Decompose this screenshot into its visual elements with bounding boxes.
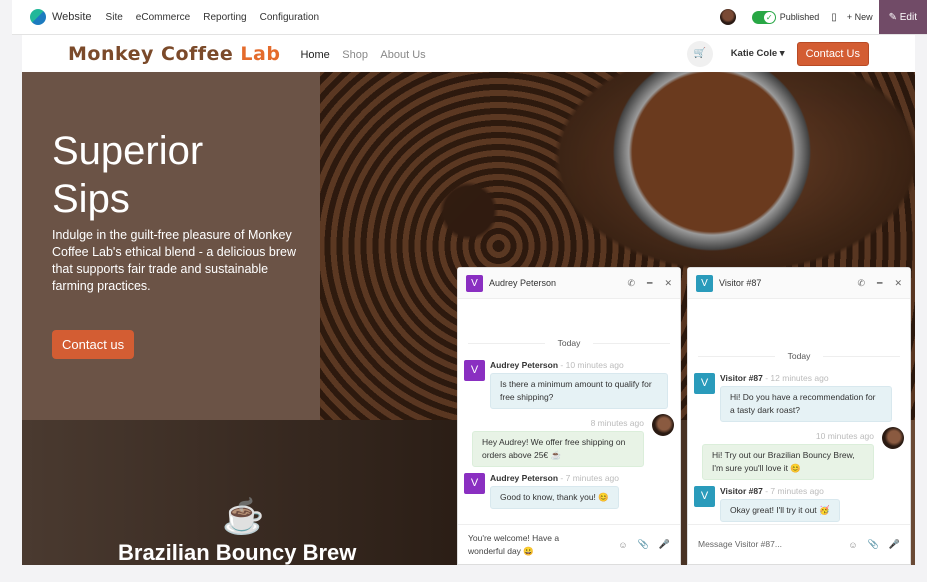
emoji-icon[interactable]: ☺ xyxy=(618,540,627,550)
menu-site[interactable]: Site xyxy=(106,12,123,23)
avatar: V xyxy=(694,373,715,394)
hero-title-line1: Superior xyxy=(52,129,204,173)
close-icon[interactable]: ✕ xyxy=(664,278,672,289)
site-logo[interactable]: Monkey Coffee Lab xyxy=(68,43,280,65)
avatar: V xyxy=(696,274,713,292)
coffee-cup-icon: ☕ xyxy=(222,498,265,536)
contact-us-button[interactable]: Contact Us xyxy=(796,41,869,66)
nav-about-us[interactable]: About Us xyxy=(380,49,425,61)
section-title: Brazilian Bouncy Brew xyxy=(118,540,357,565)
user-name: Katie Cole xyxy=(730,48,778,59)
message-own: 10 minutes ago Hi! Try out our Brazilian… xyxy=(702,427,904,480)
avatar: V xyxy=(464,360,485,381)
timestamp: 10 minutes ago xyxy=(815,431,874,441)
chat-header[interactable]: V Audrey Peterson ✆ ━ ✕ xyxy=(458,268,680,299)
user-avatar[interactable] xyxy=(719,9,736,25)
minimize-icon[interactable]: ━ xyxy=(647,278,652,289)
message: V Visitor #87 - 12 minutes ago Hi! Do yo… xyxy=(694,373,902,422)
emoji-icon[interactable]: ☺ xyxy=(848,540,857,550)
cart-icon[interactable]: 🛒 xyxy=(686,40,713,67)
attachment-icon[interactable]: 📎 xyxy=(638,539,649,550)
published-label: Published xyxy=(779,12,820,22)
message-input[interactable]: Message Visitor #87... xyxy=(698,538,838,551)
chat-title: Audrey Peterson xyxy=(489,278,557,288)
message-bubble: Hi! Try out our Brazilian Bouncy Brew, I… xyxy=(702,444,874,480)
message-input[interactable]: You're welcome! Have a wonderful day 😀 xyxy=(468,532,578,558)
hero-title: Superior Sips xyxy=(52,127,203,223)
new-button[interactable]: + New xyxy=(847,12,873,22)
chat-window-visitor-87: V Visitor #87 ✆ ━ ✕ Today V Visitor #87 … xyxy=(687,267,911,565)
menu-configuration[interactable]: Configuration xyxy=(260,12,319,23)
composer: Message Visitor #87... ☺ 📎 🎤 xyxy=(688,524,910,564)
date-separator: Today xyxy=(468,338,670,348)
microphone-icon[interactable]: 🎤 xyxy=(889,539,900,550)
published-toggle[interactable] xyxy=(751,10,776,24)
chat-window-audrey: V Audrey Peterson ✆ ━ ✕ Today V Audrey P… xyxy=(457,267,681,565)
hero-title-line2: Sips xyxy=(52,177,130,221)
avatar: V xyxy=(464,473,485,494)
timestamp: 7 minutes ago xyxy=(770,486,824,496)
minimize-icon[interactable]: ━ xyxy=(877,278,882,289)
phone-icon[interactable]: ✆ xyxy=(627,278,635,289)
author: Visitor #87 xyxy=(720,486,763,496)
hero-contact-button[interactable]: Contact us xyxy=(52,330,135,359)
nav-shop[interactable]: Shop xyxy=(342,49,368,61)
author: Visitor #87 xyxy=(720,373,763,383)
hero-description: Indulge in the guilt-free pleasure of Mo… xyxy=(52,228,296,293)
avatar: V xyxy=(466,274,483,292)
user-menu[interactable]: Katie Cole ▾ xyxy=(731,48,785,59)
site-nav: Home Shop About Us xyxy=(300,45,433,63)
timestamp: 10 minutes ago xyxy=(565,360,624,370)
site-header: Monkey Coffee Lab Home Shop About Us 🛒 K… xyxy=(22,35,915,72)
edit-button[interactable]: ✎ Edit xyxy=(878,0,927,34)
message-bubble: Good to know, thank you! 😊 xyxy=(490,486,619,509)
edit-label: Edit xyxy=(899,11,917,23)
timestamp: 8 minutes ago xyxy=(590,418,644,428)
author: Audrey Peterson xyxy=(490,473,559,483)
operator-avatar xyxy=(652,414,674,436)
microphone-icon[interactable]: 🎤 xyxy=(659,539,670,550)
timestamp: 7 minutes ago xyxy=(565,473,620,483)
message-bubble: Hi! Do you have a recommendation for a t… xyxy=(720,386,892,422)
date-separator: Today xyxy=(698,351,900,361)
menu-ecommerce[interactable]: eCommerce xyxy=(136,12,190,23)
avatar: V xyxy=(694,486,715,507)
author: Audrey Peterson xyxy=(490,360,559,370)
odoo-topbar: Website Site eCommerce Reporting Configu… xyxy=(12,0,927,35)
app-name[interactable]: Website xyxy=(52,11,92,23)
message: V Visitor #87 - 7 minutes ago Okay great… xyxy=(694,486,902,522)
message-bubble: Okay great! I'll try it out 🥳 xyxy=(720,499,840,522)
timestamp: 12 minutes ago xyxy=(770,373,829,383)
message: V Audrey Peterson - 10 minutes ago Is th… xyxy=(464,360,672,409)
message-bubble: Hey Audrey! We offer free shipping on or… xyxy=(472,431,644,467)
composer: You're welcome! Have a wonderful day 😀 ☺… xyxy=(458,524,680,564)
close-icon[interactable]: ✕ xyxy=(894,278,902,289)
chat-title: Visitor #87 xyxy=(719,278,762,288)
website-app-icon[interactable] xyxy=(30,9,46,25)
message-own: 8 minutes ago Hey Audrey! We offer free … xyxy=(472,414,674,467)
phone-icon[interactable]: ✆ xyxy=(857,278,865,289)
operator-avatar xyxy=(882,427,904,449)
message-bubble: Is there a minimum amount to qualify for… xyxy=(490,373,668,409)
new-label: New xyxy=(854,12,873,22)
chat-header[interactable]: V Visitor #87 ✆ ━ ✕ xyxy=(688,268,910,299)
message: V Audrey Peterson - 7 minutes ago Good t… xyxy=(464,473,672,509)
attachment-icon[interactable]: 📎 xyxy=(868,539,879,550)
mobile-preview-icon[interactable]: ▯ xyxy=(831,12,837,23)
menu-reporting[interactable]: Reporting xyxy=(203,12,246,23)
nav-home[interactable]: Home xyxy=(300,49,329,61)
